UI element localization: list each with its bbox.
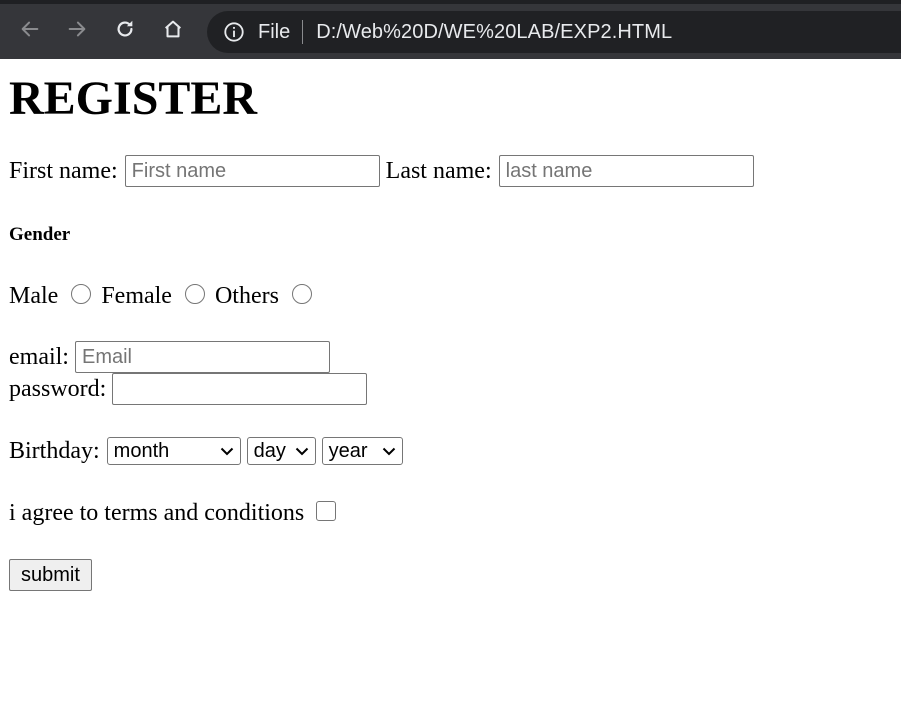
password-input[interactable]: [112, 373, 368, 405]
password-label: password:: [9, 376, 107, 402]
file-scheme-chip[interactable]: File: [258, 21, 290, 44]
radio-male[interactable]: [71, 284, 92, 304]
gender-heading: Gender: [9, 224, 71, 245]
first-name-input[interactable]: [124, 155, 380, 187]
email-label: email:: [9, 344, 69, 370]
submit-button[interactable]: submit: [9, 559, 92, 591]
gender-label-female: Female: [101, 283, 172, 309]
chip-divider: [302, 20, 304, 44]
day-select-value: day: [253, 440, 286, 462]
month-select[interactable]: month: [106, 437, 241, 465]
info-icon[interactable]: [223, 21, 245, 43]
name-row: First name: Last name:: [9, 155, 754, 187]
email-row: email:: [9, 341, 330, 373]
gender-label-male: Male: [9, 283, 59, 309]
browser-toolbar: File D:/Web%20D/WE%20LAB/EXP2.HTML: [0, 0, 901, 59]
radio-others[interactable]: [291, 284, 312, 304]
gender-label-others: Others: [214, 283, 279, 309]
reload-button[interactable]: [110, 14, 140, 44]
home-button[interactable]: [158, 14, 188, 44]
page-content: REGISTER First name: Last name: Gender M…: [9, 59, 901, 706]
email-input[interactable]: [74, 341, 330, 373]
reload-icon: [117, 20, 133, 37]
year-select[interactable]: year: [321, 437, 403, 465]
address-bar[interactable]: File D:/Web%20D/WE%20LAB/EXP2.HTML: [207, 11, 901, 53]
chevron-down-icon: [220, 447, 233, 455]
chevron-down-icon: [382, 447, 395, 455]
year-select-value: year: [328, 440, 368, 462]
terms-row: i agree to terms and conditions: [9, 498, 337, 528]
birthday-label: Birthday:: [9, 438, 100, 464]
month-select-value: month: [113, 440, 170, 462]
terms-label: i agree to terms and conditions: [9, 500, 305, 526]
back-button[interactable]: [15, 14, 45, 44]
terms-checkbox[interactable]: [316, 501, 337, 521]
arrow-left-icon: [21, 21, 39, 37]
forward-button[interactable]: [62, 14, 92, 44]
password-row: password:: [9, 373, 368, 405]
home-icon: [165, 20, 181, 38]
day-select[interactable]: day: [246, 437, 316, 465]
chevron-down-icon: [295, 447, 308, 455]
birthday-row: Birthday: month day year: [9, 436, 409, 466]
page-title: REGISTER: [9, 72, 258, 125]
last-name-input[interactable]: [498, 155, 754, 187]
gender-row: Male Female Others: [9, 281, 322, 311]
url-text[interactable]: D:/Web%20D/WE%20LAB/EXP2.HTML: [316, 21, 672, 44]
arrow-right-icon: [68, 21, 86, 37]
last-name-label: Last name:: [385, 158, 492, 184]
radio-female[interactable]: [184, 284, 205, 304]
first-name-label: First name:: [9, 158, 118, 184]
